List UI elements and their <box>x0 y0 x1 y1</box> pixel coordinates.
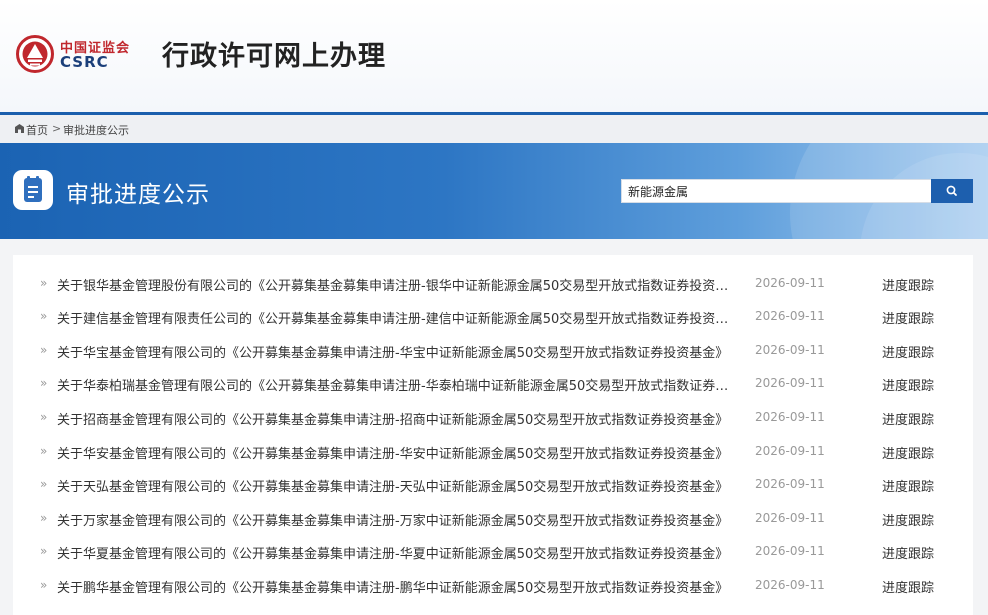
logo-english-text: CSRC <box>60 53 109 71</box>
list-item: » 关于华宝基金管理有限公司的《公开募集基金募集申请注册-华宝中证新能源金属50… <box>13 335 973 368</box>
breadcrumb: 首页 > 审批进度公示 <box>0 115 988 143</box>
item-title-link[interactable]: 关于鹏华基金管理有限公司的《公开募集基金募集申请注册-鹏华中证新能源金属50交易… <box>57 577 733 596</box>
item-title-link[interactable]: 关于万家基金管理有限公司的《公开募集基金募集申请注册-万家中证新能源金属50交易… <box>57 510 733 529</box>
double-chevron-right-icon: » <box>40 343 48 357</box>
item-title-link[interactable]: 关于银华基金管理股份有限公司的《公开募集基金募集申请注册-银华中证新能源金属50… <box>57 275 733 294</box>
double-chevron-right-icon: » <box>40 578 48 592</box>
double-chevron-right-icon: » <box>40 410 48 424</box>
item-date: 2026-09-11 <box>755 376 825 390</box>
list-item: » 关于万家基金管理有限公司的《公开募集基金募集申请注册-万家中证新能源金属50… <box>13 503 973 536</box>
item-date: 2026-09-11 <box>755 343 825 357</box>
list-item: » 关于招商基金管理有限公司的《公开募集基金募集申请注册-招商中证新能源金属50… <box>13 402 973 435</box>
site-title: 行政许可网上办理 <box>162 41 386 72</box>
double-chevron-right-icon: » <box>40 276 48 290</box>
progress-tracking-link[interactable]: 进度跟踪 <box>882 375 934 394</box>
progress-tracking-link[interactable]: 进度跟踪 <box>882 275 934 294</box>
item-date: 2026-09-11 <box>755 544 825 558</box>
search-icon <box>946 185 957 196</box>
document-list-icon <box>13 170 53 210</box>
progress-tracking-link[interactable]: 进度跟踪 <box>882 443 934 462</box>
double-chevron-right-icon: » <box>40 511 48 525</box>
item-date: 2026-09-11 <box>755 578 825 592</box>
page-banner: 审批进度公示 <box>0 143 988 239</box>
list-item: » 关于建信基金管理有限责任公司的《公开募集基金募集申请注册-建信中证新能源金属… <box>13 301 973 334</box>
item-date: 2026-09-11 <box>755 410 825 424</box>
breadcrumb-home-link[interactable]: 首页 <box>26 122 48 138</box>
progress-tracking-link[interactable]: 进度跟踪 <box>882 308 934 327</box>
item-date: 2026-09-11 <box>755 511 825 525</box>
progress-tracking-link[interactable]: 进度跟踪 <box>882 543 934 562</box>
list-item: » 关于鹏华基金管理有限公司的《公开募集基金募集申请注册-鹏华中证新能源金属50… <box>13 570 973 603</box>
csrc-emblem-icon <box>16 35 54 73</box>
search-button[interactable] <box>931 179 973 203</box>
site-header: 中国证监会 CSRC 行政许可网上办理 <box>0 0 988 115</box>
csrc-logo[interactable]: 中国证监会 CSRC <box>16 34 146 74</box>
double-chevron-right-icon: » <box>40 544 48 558</box>
item-title-link[interactable]: 关于华宝基金管理有限公司的《公开募集基金募集申请注册-华宝中证新能源金属50交易… <box>57 342 733 361</box>
item-title-link[interactable]: 关于天弘基金管理有限公司的《公开募集基金募集申请注册-天弘中证新能源金属50交易… <box>57 476 733 495</box>
breadcrumb-current: 审批进度公示 <box>63 124 129 137</box>
progress-tracking-link[interactable]: 进度跟踪 <box>882 577 934 596</box>
double-chevron-right-icon: » <box>40 309 48 323</box>
item-title-link[interactable]: 关于华泰柏瑞基金管理有限公司的《公开募集基金募集申请注册-华泰柏瑞中证新能源金属… <box>57 375 733 394</box>
list-item: » 关于华泰柏瑞基金管理有限公司的《公开募集基金募集申请注册-华泰柏瑞中证新能源… <box>13 368 973 401</box>
home-icon <box>15 124 24 133</box>
item-title-link[interactable]: 关于华夏基金管理有限公司的《公开募集基金募集申请注册-华夏中证新能源金属50交易… <box>57 543 733 562</box>
double-chevron-right-icon: » <box>40 444 48 458</box>
list-item: » 关于华夏基金管理有限公司的《公开募集基金募集申请注册-华夏中证新能源金属50… <box>13 536 973 569</box>
breadcrumb-separator: > <box>52 122 62 135</box>
progress-tracking-link[interactable]: 进度跟踪 <box>882 342 934 361</box>
progress-tracking-link[interactable]: 进度跟踪 <box>882 510 934 529</box>
progress-tracking-link[interactable]: 进度跟踪 <box>882 409 934 428</box>
item-title-link[interactable]: 关于招商基金管理有限公司的《公开募集基金募集申请注册-招商中证新能源金属50交易… <box>57 409 733 428</box>
list-item: » 关于天弘基金管理有限公司的《公开募集基金募集申请注册-天弘中证新能源金属50… <box>13 469 973 502</box>
list-item: » 关于华安基金管理有限公司的《公开募集基金募集申请注册-华安中证新能源金属50… <box>13 436 973 469</box>
item-date: 2026-09-11 <box>755 276 825 290</box>
item-date: 2026-09-11 <box>755 477 825 491</box>
item-date: 2026-09-11 <box>755 309 825 323</box>
search-input[interactable] <box>621 179 931 203</box>
item-date: 2026-09-11 <box>755 444 825 458</box>
approval-list: » 关于银华基金管理股份有限公司的《公开募集基金募集申请注册-银华中证新能源金属… <box>13 255 973 615</box>
item-title-link[interactable]: 关于建信基金管理有限责任公司的《公开募集基金募集申请注册-建信中证新能源金属50… <box>57 308 733 327</box>
list-item: » 关于银华基金管理股份有限公司的《公开募集基金募集申请注册-银华中证新能源金属… <box>13 268 973 301</box>
progress-tracking-link[interactable]: 进度跟踪 <box>882 476 934 495</box>
double-chevron-right-icon: » <box>40 477 48 491</box>
page-title: 审批进度公示 <box>66 182 210 208</box>
item-title-link[interactable]: 关于华安基金管理有限公司的《公开募集基金募集申请注册-华安中证新能源金属50交易… <box>57 443 733 462</box>
double-chevron-right-icon: » <box>40 376 48 390</box>
